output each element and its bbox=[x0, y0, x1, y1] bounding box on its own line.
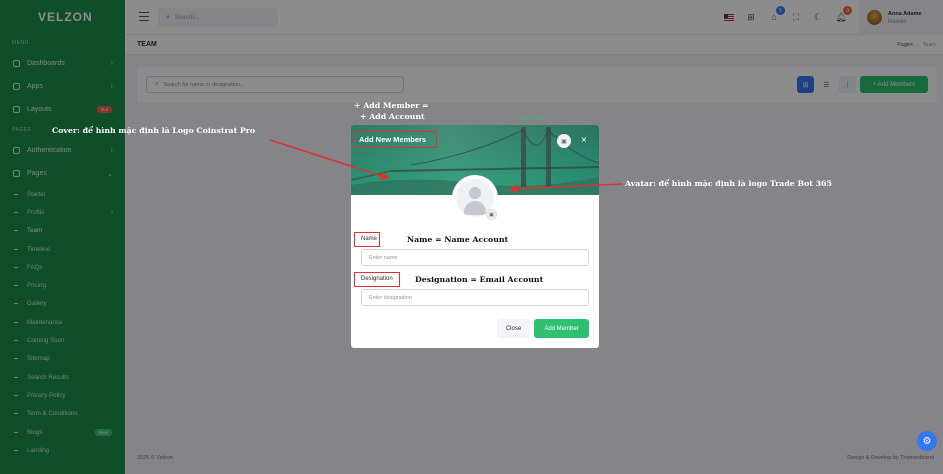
load-more-link[interactable]: Load More bbox=[518, 116, 547, 122]
annotation-designation-note: Designation = Email Account bbox=[415, 275, 544, 284]
avatar-upload-icon[interactable]: ▣ bbox=[486, 209, 497, 220]
cover-image-upload-icon[interactable]: ▣ bbox=[557, 134, 571, 148]
annotation-add-member-line2: + Add Account bbox=[360, 112, 425, 121]
annotation-box-title bbox=[354, 131, 437, 148]
annotation-box-name bbox=[354, 232, 380, 247]
annotation-box-designation bbox=[354, 272, 400, 287]
annotation-add-member-line1: + Add Member = bbox=[354, 101, 429, 110]
name-input[interactable]: Enter name bbox=[361, 249, 589, 266]
settings-gear-icon[interactable]: ⚙ bbox=[917, 431, 937, 451]
designation-input-placeholder: Enter designation bbox=[369, 294, 412, 301]
annotation-avatar-note: Avatar: để hình mặc định là logo Trade B… bbox=[625, 179, 832, 188]
close-button[interactable]: Close bbox=[497, 319, 530, 338]
close-icon[interactable]: × bbox=[581, 135, 587, 146]
add-member-button[interactable]: Add Member bbox=[534, 319, 589, 338]
annotation-name-note: Name = Name Account bbox=[407, 235, 509, 244]
annotation-cover-note: Cover: để hình mặc định là Logo Coinstra… bbox=[52, 126, 256, 135]
name-input-placeholder: Enter name bbox=[369, 254, 398, 261]
designation-input[interactable]: Enter designation bbox=[361, 289, 589, 306]
